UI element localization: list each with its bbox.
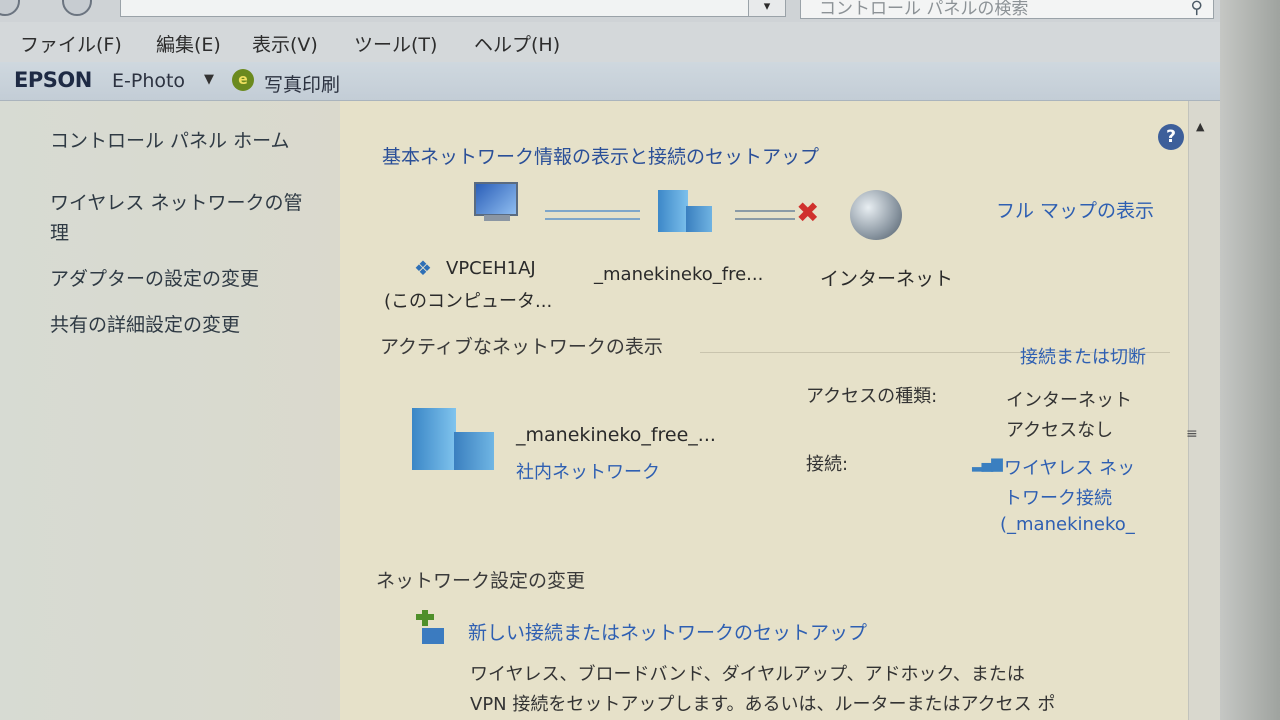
network-status-icon: ❖	[414, 256, 432, 280]
building-tower	[658, 190, 688, 232]
page-title: 基本ネットワーク情報の表示と接続のセットアップ	[382, 146, 820, 168]
scroll-grip-icon[interactable]: ≡	[1186, 426, 1198, 442]
setup-description-cont: VPN 接続をセットアップします。あるいは、ルーターまたはアクセス ポ	[470, 694, 1056, 715]
vertical-scrollbar[interactable]	[1188, 101, 1221, 720]
search-input[interactable]: コントロール パネルの検索	[819, 0, 1028, 19]
menu-tools[interactable]: ツール(T)	[354, 30, 437, 57]
access-type-value-cont: アクセスなし	[1006, 420, 1114, 441]
computer-screen	[474, 182, 518, 216]
connect-disconnect-link[interactable]: 接続または切断	[1020, 343, 1146, 369]
setup-description: ワイヤレス、ブロードバンド、ダイヤルアップ、アドホック、または	[470, 664, 1025, 685]
toolbar: EPSON E-Photo ▼ e 写真印刷	[0, 62, 1220, 101]
full-map-link[interactable]: フル マップの表示	[996, 196, 1154, 223]
change-settings-heading: ネットワーク設定の変更	[376, 570, 586, 592]
disconnected-x-icon[interactable]: ✖	[796, 196, 819, 229]
connection-box	[422, 628, 444, 644]
computer-icon	[470, 182, 522, 226]
menu-bar: ファイル(F) 編集(E) 表示(V) ツール(T) ヘルプ(H)	[0, 22, 1220, 62]
epson-logo: EPSON	[14, 68, 92, 92]
help-icon[interactable]: ?	[1158, 124, 1184, 150]
search-icon[interactable]: ⚲	[1191, 0, 1203, 18]
forward-button[interactable]	[62, 0, 92, 16]
computer-base	[484, 215, 510, 221]
work-network-icon	[412, 408, 496, 472]
plus-vertical	[422, 610, 428, 626]
connection-line	[545, 210, 640, 220]
chevron-down-icon[interactable]: ▼	[204, 72, 214, 87]
wireless-connection-link-cont[interactable]: トワーク接続	[1004, 484, 1112, 510]
network-building-icon	[658, 190, 714, 234]
network-type-link[interactable]: 社内ネットワーク	[516, 458, 660, 484]
wifi-signal-icon: ▂▄▆	[972, 454, 1003, 472]
wireless-connection-link[interactable]: ワイヤレス ネッ	[1004, 454, 1135, 480]
search-box[interactable]: コントロール パネルの検索 ⚲	[800, 0, 1214, 19]
broken-connection-line	[735, 210, 795, 220]
address-bar[interactable]	[120, 0, 762, 17]
sidebar-item-sharing-settings[interactable]: 共有の詳細設定の変更	[50, 310, 240, 337]
computer-subtitle: (このコンピュータ...	[384, 291, 553, 312]
map-internet-label: インターネット	[820, 268, 954, 290]
internet-globe-icon	[850, 190, 902, 240]
work-network-annex	[454, 432, 494, 470]
map-network-name: _manekineko_fre...	[594, 264, 764, 285]
new-connection-icon[interactable]	[410, 610, 446, 646]
computer-name: VPCEH1AJ	[446, 258, 536, 279]
connection-label: 接続:	[806, 454, 849, 475]
access-type-value: インターネット	[1006, 390, 1132, 411]
access-type-label: アクセスの種類:	[806, 386, 938, 407]
active-network-name: _manekineko_free_...	[516, 424, 716, 446]
address-dropdown-button[interactable]: ▾	[748, 0, 786, 17]
sidebar-item-control-panel-home[interactable]: コントロール パネル ホーム	[50, 126, 290, 153]
menu-view[interactable]: 表示(V)	[252, 30, 318, 57]
menu-edit[interactable]: 編集(E)	[156, 30, 221, 57]
building-annex	[686, 206, 712, 232]
sidebar-item-manage-wireless[interactable]: ワイヤレス ネットワークの管	[50, 188, 302, 215]
menu-file[interactable]: ファイル(F)	[20, 30, 122, 57]
menu-help[interactable]: ヘルプ(H)	[474, 30, 560, 57]
ephoto-button[interactable]: E-Photo	[112, 70, 185, 92]
work-network-tower	[412, 408, 456, 470]
sidebar-item-adapter-settings[interactable]: アダプターの設定の変更	[50, 264, 259, 291]
back-button[interactable]	[0, 0, 20, 16]
sidebar-item-manage-wireless-cont[interactable]: 理	[50, 218, 69, 245]
active-networks-heading: アクティブなネットワークの表示	[380, 336, 663, 358]
wireless-connection-link-ssid[interactable]: (_manekineko_	[1000, 514, 1135, 535]
photo-print-button[interactable]: 写真印刷	[264, 70, 340, 97]
new-connection-link[interactable]: 新しい接続またはネットワークのセットアップ	[468, 618, 867, 645]
photo-print-icon[interactable]: e	[232, 69, 254, 91]
window-edge	[1220, 0, 1280, 720]
scroll-up-icon[interactable]: ▲	[1196, 120, 1204, 133]
title-strip: ▾ コントロール パネルの検索 ⚲	[0, 0, 1280, 22]
